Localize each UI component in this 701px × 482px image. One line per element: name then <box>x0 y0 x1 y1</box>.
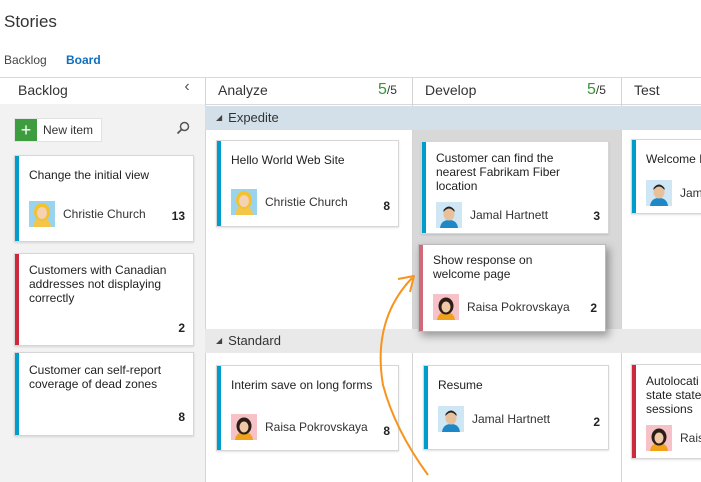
wip-limit: /5 <box>595 83 606 97</box>
card-color-bar <box>15 156 19 241</box>
header-divider <box>0 77 701 78</box>
card-color-bar <box>217 141 221 226</box>
card-color-bar <box>217 366 221 450</box>
assignee-name: Christie Church <box>63 207 146 221</box>
work-item-card[interactable]: Resume Jamal Hartnett 2 <box>423 365 609 450</box>
card-effort[interactable]: 2 <box>593 415 600 429</box>
card-title[interactable]: Interim save on long forms <box>231 378 381 392</box>
card-color-bar <box>424 366 428 449</box>
tab-board[interactable]: Board <box>66 53 101 67</box>
work-item-card[interactable]: Customer can find the nearest Fabrikam F… <box>421 141 609 234</box>
card-effort[interactable]: 2 <box>590 301 597 315</box>
card-color-bar <box>419 245 423 331</box>
card-title[interactable]: Change the initial view <box>29 168 189 182</box>
avatar <box>646 180 672 206</box>
chevron-left-icon[interactable]: ‹ <box>180 78 194 96</box>
card-effort[interactable]: 8 <box>383 199 390 213</box>
avatar <box>646 425 672 451</box>
card-effort[interactable]: 3 <box>593 209 600 223</box>
tab-backlog[interactable]: Backlog <box>4 53 47 67</box>
dragged-work-item-card[interactable]: Show response on welcome page Raisa Pokr… <box>418 244 606 332</box>
card-assignee[interactable]: Raisa Pokrovskaya <box>231 414 368 440</box>
swimlane-expedite[interactable]: ◢ Expedite <box>205 106 701 130</box>
column-divider <box>205 78 206 482</box>
card-effort[interactable]: 8 <box>383 424 390 438</box>
work-item-card[interactable]: Interim save on long forms Raisa Pokrovs… <box>216 365 399 451</box>
collapse-triangle-icon[interactable]: ◢ <box>216 336 222 345</box>
avatar <box>29 201 55 227</box>
card-effort[interactable]: 2 <box>178 321 185 335</box>
card-color-bar <box>632 365 636 458</box>
assignee-name: Jama <box>680 186 701 200</box>
card-effort[interactable]: 8 <box>178 410 185 424</box>
column-header-test: Test <box>634 82 660 98</box>
assignee-name: Jamal Hartnett <box>472 412 551 426</box>
column-divider <box>621 78 622 482</box>
column-header-develop: Develop <box>425 82 477 98</box>
card-color-bar <box>422 142 426 233</box>
card-assignee[interactable]: Christie Church <box>29 201 146 227</box>
assignee-name: Jamal Hartnett <box>470 208 549 222</box>
swimlane-label: Standard <box>228 333 281 348</box>
wip-limit-analyze: 5/5 <box>378 81 397 99</box>
card-title[interactable]: Customers with Canadian addresses not di… <box>29 263 179 305</box>
avatar <box>433 294 459 320</box>
column-header-backlog: Backlog <box>18 82 68 98</box>
card-assignee[interactable]: Jama <box>646 180 701 206</box>
plus-icon: + <box>15 119 37 141</box>
assignee-name: Christie Church <box>265 195 348 209</box>
card-title[interactable]: Autolocati state state sessions <box>646 374 701 416</box>
card-title[interactable]: Show response on welcome page <box>433 253 583 281</box>
work-item-card[interactable]: Autolocati state state sessions Rais <box>631 364 701 459</box>
card-title[interactable]: Customer can find the nearest Fabrikam F… <box>436 151 586 193</box>
wip-limit: /5 <box>386 83 397 97</box>
avatar <box>438 406 464 432</box>
work-item-card[interactable]: Customer can self-report coverage of dea… <box>14 352 194 436</box>
avatar <box>231 189 257 215</box>
column-header-analyze: Analyze <box>218 82 268 98</box>
card-title[interactable]: Customer can self-report coverage of dea… <box>29 363 179 391</box>
assignee-name: Rais <box>680 431 701 445</box>
card-assignee[interactable]: Raisa Pokrovskaya <box>433 294 570 320</box>
avatar <box>231 414 257 440</box>
collapse-triangle-icon[interactable]: ◢ <box>216 113 222 122</box>
card-assignee[interactable]: Christie Church <box>231 189 348 215</box>
new-item-label: New item <box>43 123 94 137</box>
card-assignee[interactable]: Jamal Hartnett <box>436 202 548 228</box>
assignee-name: Raisa Pokrovskaya <box>265 420 368 434</box>
wip-count: 5 <box>378 81 387 98</box>
work-item-card[interactable]: Customers with Canadian addresses not di… <box>14 253 194 346</box>
wip-limit-develop: 5/5 <box>587 81 606 99</box>
assignee-name: Raisa Pokrovskaya <box>467 300 570 314</box>
work-item-card[interactable]: Change the initial view Christie Church … <box>14 155 194 242</box>
card-title[interactable]: Resume <box>438 378 483 392</box>
card-title[interactable]: Welcome I <box>646 152 701 166</box>
avatar <box>436 202 462 228</box>
card-color-bar <box>632 140 636 213</box>
card-effort[interactable]: 13 <box>172 209 185 223</box>
card-title[interactable]: Hello World Web Site <box>231 153 345 167</box>
card-color-bar <box>15 254 19 345</box>
swimlane-standard[interactable]: ◢ Standard <box>205 329 701 353</box>
new-item-button[interactable]: + New item <box>14 118 102 142</box>
card-color-bar <box>15 353 19 435</box>
card-assignee[interactable]: Rais <box>646 425 701 451</box>
page-title: Stories <box>4 12 57 31</box>
card-assignee[interactable]: Jamal Hartnett <box>438 406 550 432</box>
swimlane-label: Expedite <box>228 110 279 125</box>
wip-count: 5 <box>587 81 596 98</box>
work-item-card[interactable]: Hello World Web Site Christie Church 8 <box>216 140 399 227</box>
work-item-card[interactable]: Welcome I Jama <box>631 139 701 214</box>
search-icon[interactable] <box>176 121 190 135</box>
